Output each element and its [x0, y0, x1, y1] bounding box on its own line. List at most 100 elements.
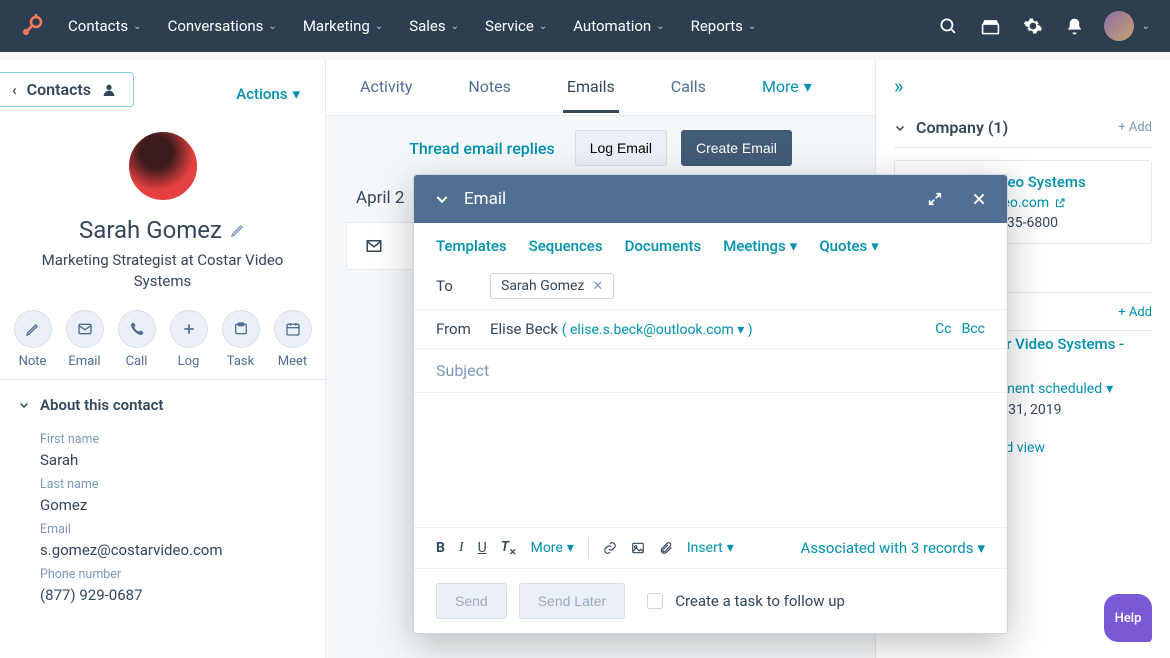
- settings-icon[interactable]: [1022, 15, 1044, 37]
- breadcrumb-contacts[interactable]: ‹ Contacts: [0, 72, 134, 107]
- contact-avatar[interactable]: [127, 130, 199, 202]
- notifications-icon[interactable]: [1064, 15, 1086, 37]
- associated-view-link[interactable]: ed view: [998, 440, 1152, 456]
- send-later-button[interactable]: Send Later: [519, 583, 626, 619]
- contact-panel: Sarah Gomez Marketing Strategist at Cost…: [0, 60, 326, 658]
- composer-body[interactable]: [414, 393, 1007, 527]
- contact-actions: Note Email Call Log Task Meet: [0, 310, 325, 369]
- marketplace-icon[interactable]: [980, 15, 1002, 37]
- associated-records-dropdown[interactable]: Associated with 3 records▾: [801, 539, 985, 557]
- action-email[interactable]: Email: [66, 310, 104, 369]
- hubspot-logo[interactable]: [20, 14, 44, 38]
- action-note[interactable]: Note: [14, 310, 52, 369]
- send-button[interactable]: Send: [436, 583, 507, 619]
- external-link-icon: [1054, 197, 1066, 209]
- from-label: From: [436, 320, 490, 338]
- calendar-icon: [285, 321, 301, 337]
- caret-down-icon: ▾: [790, 237, 798, 255]
- meetings-dropdown[interactable]: Meetings▾: [723, 237, 797, 255]
- deal-stage[interactable]: tment scheduled▾: [998, 381, 1152, 397]
- phone-icon: [129, 321, 145, 337]
- about-section-header[interactable]: About this contact: [0, 379, 325, 424]
- nav-automation[interactable]: Automation⌄: [573, 17, 664, 35]
- tabs: Activity Notes Emails Calls More▾: [326, 60, 875, 116]
- quotes-dropdown[interactable]: Quotes▾: [819, 237, 878, 255]
- attachment-icon[interactable]: [659, 541, 673, 555]
- caret-down-icon: ▾: [727, 540, 734, 556]
- field-first-name[interactable]: First nameSarah: [0, 424, 325, 469]
- help-button[interactable]: Help: [1104, 594, 1152, 642]
- italic-button[interactable]: I: [459, 540, 464, 556]
- clear-format-button[interactable]: T✕: [501, 539, 517, 558]
- actions-dropdown[interactable]: Actions▾: [236, 85, 300, 103]
- action-meet[interactable]: Meet: [274, 310, 312, 369]
- documents-link[interactable]: Documents: [625, 237, 702, 255]
- from-name[interactable]: Elise Beck ( elise.s.beck@outlook.com ▾ …: [490, 320, 753, 338]
- chevron-down-icon: ⌄: [375, 21, 383, 32]
- underline-button[interactable]: U: [478, 540, 487, 556]
- caret-down-icon: ▾: [804, 77, 812, 96]
- company-domain[interactable]: leo.com: [999, 195, 1151, 211]
- image-icon[interactable]: [631, 541, 645, 555]
- chevron-down-icon[interactable]: [434, 191, 450, 207]
- recipient-chip[interactable]: Sarah Gomez✕: [490, 273, 614, 299]
- log-email-button[interactable]: Log Email: [575, 130, 667, 166]
- chevron-down-icon: ⌄: [268, 21, 276, 32]
- search-icon[interactable]: [938, 15, 960, 37]
- close-icon[interactable]: [971, 191, 987, 207]
- collapse-icon[interactable]: »: [894, 74, 1152, 98]
- section-company[interactable]: Company (1) + Add: [894, 106, 1152, 148]
- user-avatar[interactable]: [1104, 11, 1134, 41]
- expand-icon[interactable]: [927, 191, 943, 207]
- thread-replies-link[interactable]: Thread email replies: [409, 139, 555, 158]
- subject-input[interactable]: Subject: [414, 349, 1007, 393]
- nav-reports[interactable]: Reports⌄: [691, 17, 757, 35]
- company-phone: 635-6800: [999, 215, 1151, 231]
- add-company-link[interactable]: + Add: [1118, 120, 1152, 135]
- templates-link[interactable]: Templates: [436, 237, 507, 255]
- cc-link[interactable]: Cc: [935, 321, 951, 337]
- action-log[interactable]: Log: [170, 310, 208, 369]
- to-row: To Sarah Gomez✕: [414, 263, 1007, 310]
- composer-header: Email: [414, 175, 1007, 223]
- tab-more[interactable]: More▾: [758, 63, 816, 113]
- chevron-down-icon: ⌄: [1142, 21, 1150, 32]
- nav-marketing[interactable]: Marketing⌄: [303, 17, 383, 35]
- link-icon[interactable]: [603, 541, 617, 555]
- company-name: deo Systems: [999, 173, 1151, 191]
- nav-service[interactable]: Service⌄: [485, 17, 547, 35]
- tab-activity[interactable]: Activity: [356, 63, 416, 113]
- bold-button[interactable]: B: [436, 540, 445, 556]
- nav-conversations[interactable]: Conversations⌄: [168, 17, 277, 35]
- chevron-down-icon: [18, 399, 30, 411]
- tab-emails[interactable]: Emails: [563, 63, 619, 113]
- tab-calls[interactable]: Calls: [667, 63, 710, 113]
- followup-task-label: Create a task to follow up: [675, 592, 845, 610]
- create-email-button[interactable]: Create Email: [681, 130, 792, 166]
- action-task[interactable]: Task: [222, 310, 260, 369]
- chevron-down-icon: ⌄: [748, 21, 756, 32]
- field-phone[interactable]: Phone number(877) 929-0687: [0, 559, 325, 604]
- email-composer: Email Templates Sequences Documents Meet…: [413, 174, 1008, 634]
- format-more-dropdown[interactable]: More▾: [531, 540, 574, 556]
- sequences-link[interactable]: Sequences: [529, 237, 603, 255]
- remove-recipient-icon[interactable]: ✕: [592, 279, 603, 294]
- field-last-name[interactable]: Last nameGomez: [0, 469, 325, 514]
- caret-down-icon: ▾: [567, 540, 574, 556]
- nav-sales[interactable]: Sales⌄: [409, 17, 459, 35]
- caret-down-icon: ▾: [292, 85, 300, 103]
- pencil-icon[interactable]: [230, 222, 246, 238]
- nav-contacts[interactable]: Contacts⌄: [68, 17, 142, 35]
- action-call[interactable]: Call: [118, 310, 156, 369]
- deal-title[interactable]: ar Video Systems -: [998, 335, 1152, 353]
- caret-down-icon: ▾: [977, 539, 985, 557]
- plus-icon: [181, 321, 197, 337]
- send-bar: Send Send Later Create a task to follow …: [414, 568, 1007, 633]
- tab-notes[interactable]: Notes: [464, 63, 515, 113]
- field-email[interactable]: Emails.gomez@costarvideo.com: [0, 514, 325, 559]
- followup-task-checkbox[interactable]: [647, 593, 663, 609]
- bcc-link[interactable]: Bcc: [962, 321, 985, 337]
- insert-dropdown[interactable]: Insert▾: [687, 540, 734, 556]
- format-toolbar: B I U T✕ More▾ Insert▾ Associated with 3…: [414, 527, 1007, 568]
- add-deal-link[interactable]: + Add: [1118, 305, 1152, 320]
